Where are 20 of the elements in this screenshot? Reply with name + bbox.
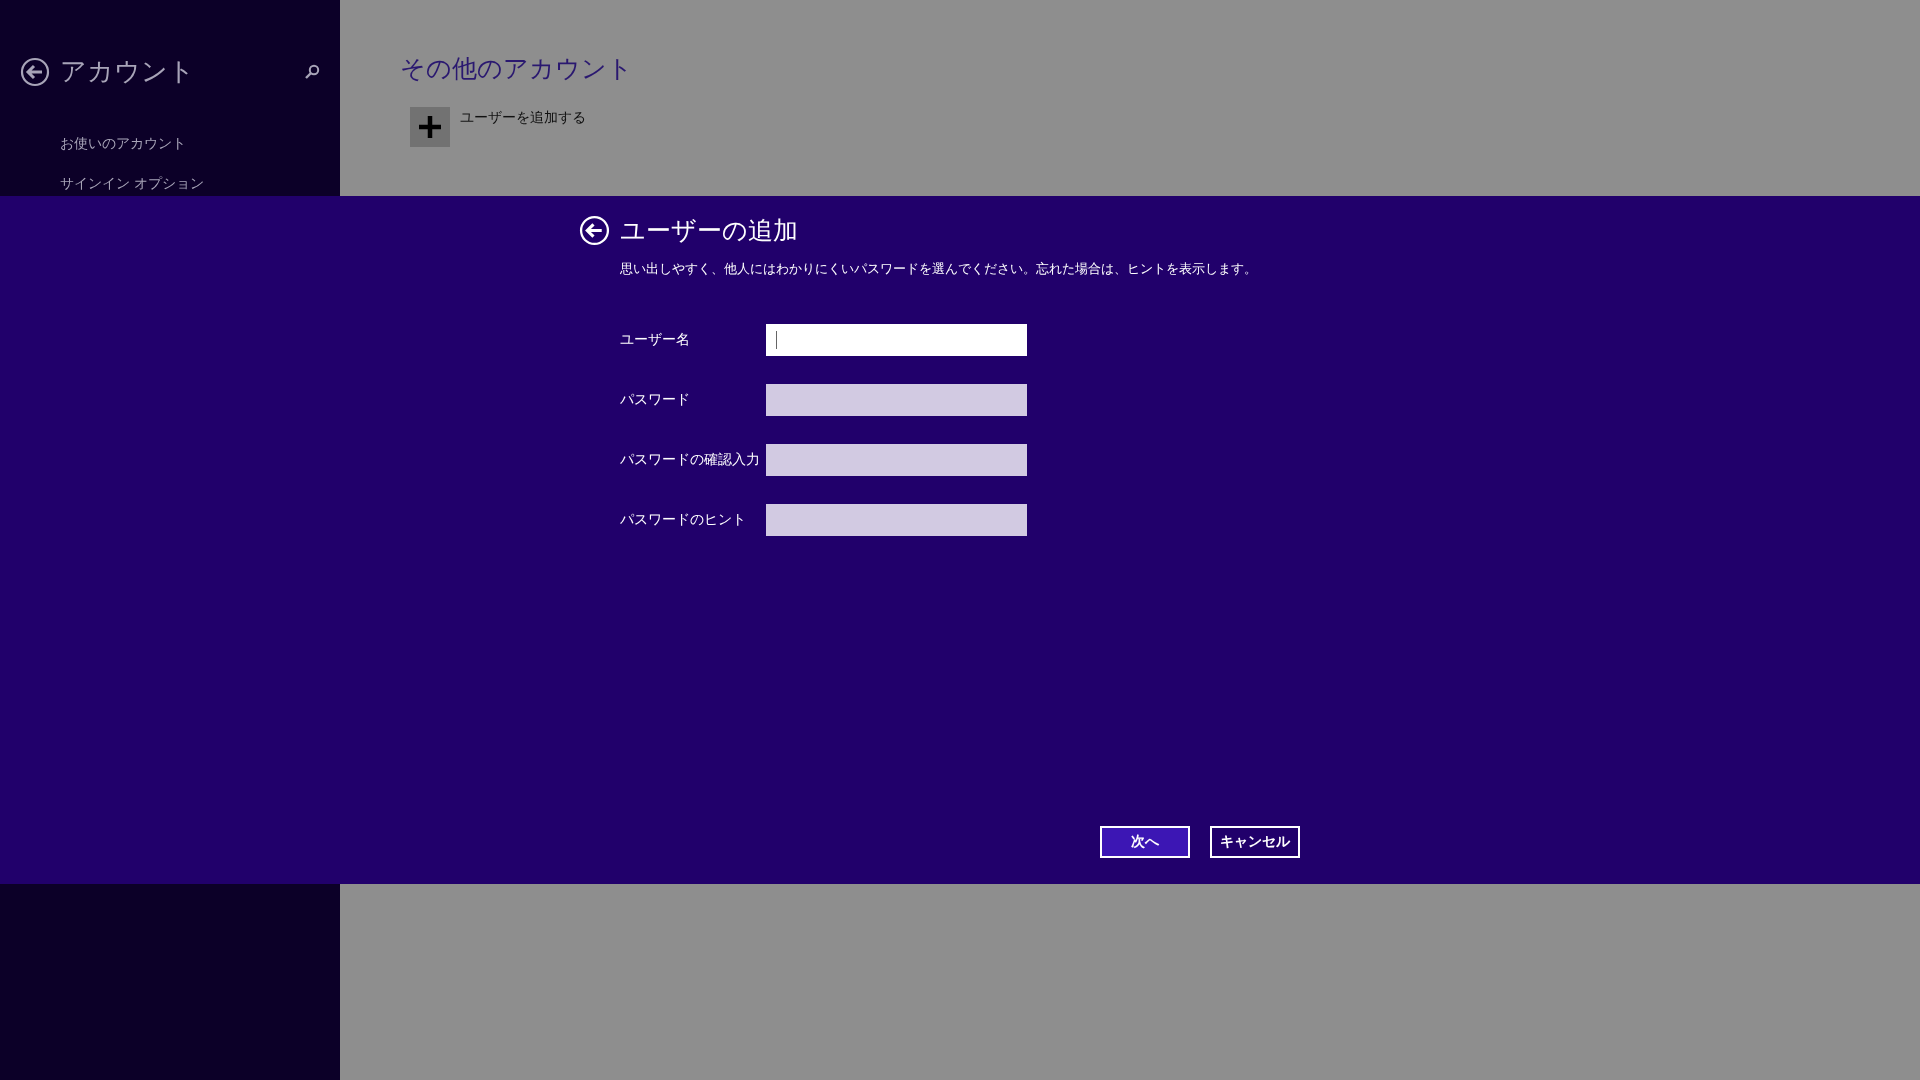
field-label: パスワード <box>620 391 691 409</box>
field-label: パスワードのヒント <box>620 511 747 529</box>
dialog-description: 思い出しやすく、他人にはわかりにくいパスワードを選んでください。忘れた場合は、ヒントを表示します。 <box>620 261 1258 278</box>
section-title: その他のアカウント <box>400 53 634 85</box>
input-field[interactable] <box>766 504 1027 536</box>
sidebar-item[interactable]: サインイン オプション <box>60 175 340 193</box>
back-icon[interactable] <box>20 56 50 87</box>
field-label: ユーザー名 <box>620 331 691 349</box>
add-user-link[interactable]: ユーザーを追加する <box>460 109 586 127</box>
input-field[interactable] <box>766 384 1027 416</box>
sidebar-item[interactable]: お使いのアカウント <box>60 135 340 153</box>
add-user-icon[interactable] <box>410 107 450 147</box>
input-field[interactable] <box>766 324 1027 356</box>
field-label: パスワードの確認入力 <box>620 451 761 469</box>
input-field[interactable] <box>766 444 1027 476</box>
search-icon[interactable] <box>304 63 320 80</box>
cancel-button[interactable]: キャンセル <box>1210 826 1300 858</box>
sidebar-title: アカウント <box>60 55 196 88</box>
dialog-title: ユーザーの追加 <box>620 215 798 247</box>
next-button[interactable]: 次へ <box>1100 826 1190 858</box>
